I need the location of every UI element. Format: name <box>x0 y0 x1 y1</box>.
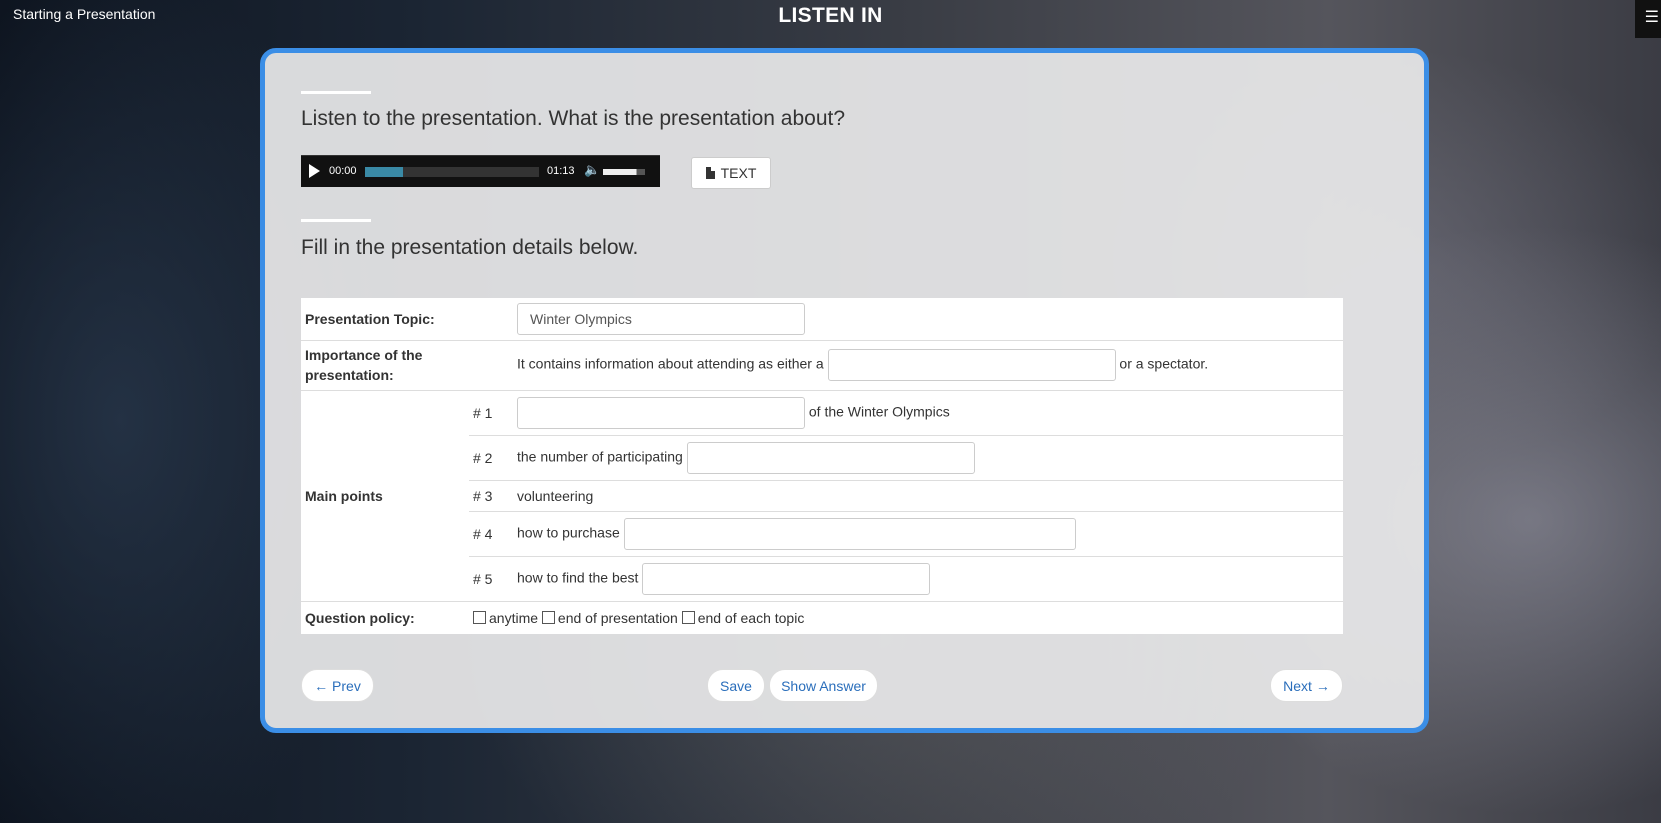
list-icon[interactable]: ☰ <box>1635 0 1661 38</box>
point-4-input[interactable] <box>623 517 1076 550</box>
end-of-presentation-checkbox[interactable] <box>541 610 555 624</box>
topic-label: Presentation Topic: <box>305 310 435 327</box>
section-title: LISTEN IN <box>778 4 883 27</box>
end-of-each-topic-checkbox[interactable] <box>681 610 695 624</box>
importance-label: Importance of the presentation: <box>301 339 513 390</box>
main-point-row: Main points # 1 of the Winter Olympics <box>301 389 1343 601</box>
show-answer-button[interactable]: Show Answer <box>769 669 878 702</box>
point-number: # 4 <box>469 510 513 556</box>
anytime-checkbox[interactable] <box>473 610 486 624</box>
point-number: # 1 <box>469 389 513 435</box>
task2-prompt: Fill in the presentation details below. <box>301 236 639 259</box>
audio-current-time: 00:00 <box>329 165 357 177</box>
save-button[interactable]: Save <box>707 669 765 702</box>
volume-slider[interactable] <box>603 169 645 175</box>
topic-input[interactable]: Winter Olympics <box>517 302 805 335</box>
audio-duration: 01:13 <box>547 165 575 177</box>
point-number: # 2 <box>469 434 513 480</box>
point-5-input[interactable] <box>642 562 931 595</box>
section-divider <box>301 219 371 222</box>
point-2-input[interactable] <box>686 441 975 474</box>
section-divider <box>301 91 371 94</box>
task1-prompt: Listen to the presentation. What is the … <box>301 107 846 130</box>
text-button-label: TEXT <box>720 165 757 181</box>
topic-row: Presentation Topic: Winter Olympics <box>301 298 1343 340</box>
audio-buffered-bar <box>365 167 404 177</box>
point-2-text-before: the number of participating <box>517 448 683 465</box>
audio-progress-track[interactable] <box>365 167 539 177</box>
play-icon[interactable] <box>309 164 320 178</box>
point-1-text-after: of the Winter Olympics <box>808 403 950 420</box>
policy-row: Question policy: anytime end of presenta… <box>301 600 1343 634</box>
point-number: # 3 <box>469 479 513 511</box>
volume-icon[interactable]: 🔈 <box>584 162 600 178</box>
exercise-panel: Listen to the presentation. What is the … <box>260 48 1429 733</box>
audio-player[interactable]: 00:00 01:13 🔈 <box>301 155 660 187</box>
importance-text-before: It contains information about attending … <box>517 355 824 372</box>
point-4-text-before: how to purchase <box>517 524 620 541</box>
details-table: Presentation Topic: Winter Olympics Impo… <box>301 298 1343 634</box>
point-5-text-before: how to find the best <box>517 569 639 586</box>
text-button[interactable]: TEXT <box>691 157 771 189</box>
point-number: # 5 <box>469 555 513 601</box>
main-points-label: Main points <box>301 389 469 601</box>
importance-row: Importance of the presentation: It conta… <box>301 339 1343 390</box>
point-1-input[interactable] <box>517 396 805 429</box>
anytime-label: anytime <box>489 609 539 626</box>
document-icon <box>705 167 715 179</box>
end-of-presentation-label: end of presentation <box>557 609 678 626</box>
importance-input[interactable] <box>827 349 1116 381</box>
point-3-text: volunteering <box>513 479 1343 511</box>
policy-label: Question policy: <box>301 600 469 634</box>
prev-button[interactable]: ← Prev <box>301 669 374 702</box>
next-button[interactable]: Next → <box>1270 669 1343 702</box>
importance-text-after: or a spectator. <box>1119 355 1209 372</box>
end-of-each-topic-label: end of each topic <box>697 609 805 626</box>
